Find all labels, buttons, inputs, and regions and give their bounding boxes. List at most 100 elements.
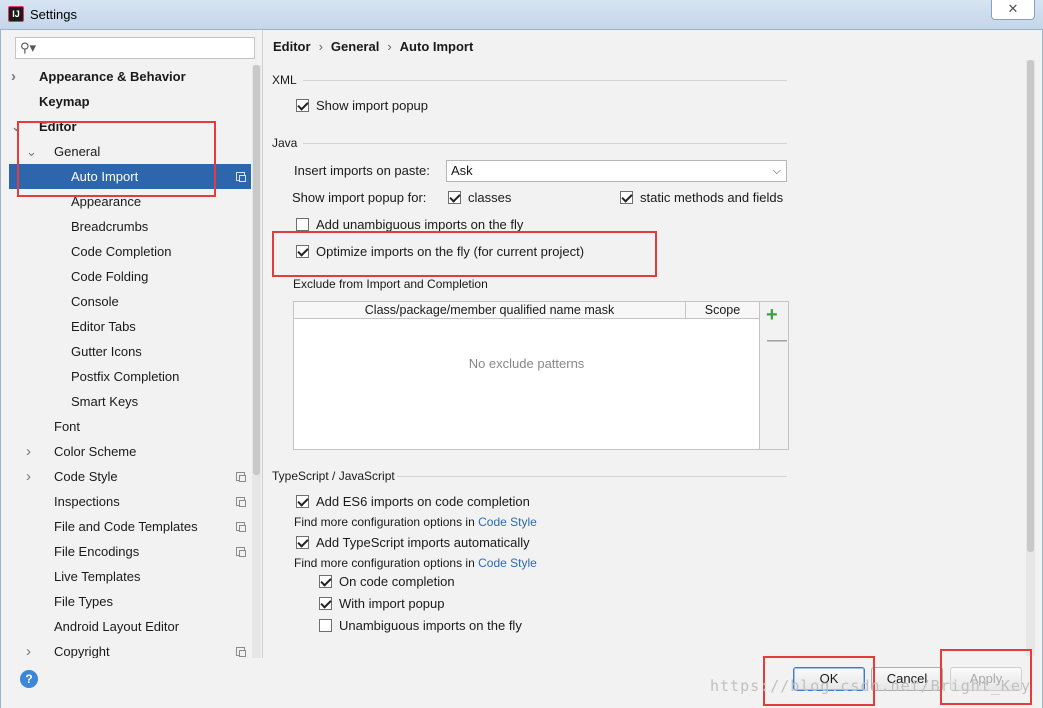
sidebar-scrollbar[interactable] [252, 65, 261, 658]
project-copy-icon [236, 497, 246, 507]
show-import-popup-checkbox-row[interactable]: Show import popup [296, 97, 428, 115]
intellij-app-icon: IJ [8, 6, 24, 22]
exclude-table-header: Class/package/member qualified name mask… [294, 302, 759, 319]
sidebar-item-keymap[interactable]: Keymap [9, 89, 251, 114]
chevron-down-icon: ⌵ [772, 165, 781, 177]
sidebar-item-file-encodings[interactable]: File Encodings [9, 539, 251, 564]
with-import-popup-checkbox[interactable] [319, 597, 332, 611]
insert-imports-value: Ask [451, 163, 473, 178]
breadcrumb-editor: Editor [273, 39, 311, 54]
sidebar-item-postfix-completion[interactable]: Postfix Completion [9, 364, 251, 389]
sidebar-item-appearance-behavior[interactable]: › Appearance & Behavior [9, 64, 251, 89]
settings-search-input[interactable]: ⚲▾ [15, 37, 255, 59]
sidebar-item-label: Editor Tabs [71, 319, 136, 334]
typescript-section-title: TypeScript / JavaScript [272, 469, 395, 483]
project-copy-icon [236, 547, 246, 557]
optimize-imports-label: Optimize imports on the fly (for current… [316, 244, 585, 259]
watermark: https://blog.csdn.net/Bright_Key [710, 677, 1031, 695]
add-typescript-label: Add TypeScript imports automatically [316, 535, 530, 550]
on-code-completion-checkbox[interactable] [319, 575, 332, 589]
sidebar-item-color-scheme[interactable]: › Color Scheme [9, 439, 251, 464]
chevron-right-icon[interactable]: › [26, 464, 31, 489]
static-methods-checkbox-row[interactable]: static methods and fields [620, 189, 783, 207]
sidebar-item-smart-keys[interactable]: Smart Keys [9, 389, 251, 414]
show-import-popup-checkbox[interactable] [296, 99, 309, 113]
sidebar-item-code-completion[interactable]: Code Completion [9, 239, 251, 264]
chevron-right-icon[interactable]: › [11, 64, 16, 89]
chevron-down-icon[interactable]: ⌄ [11, 114, 22, 139]
sidebar-scrollbar-thumb[interactable] [253, 65, 260, 475]
classes-checkbox-row[interactable]: classes [448, 189, 511, 207]
code-style-link-2[interactable]: Code Style [478, 556, 537, 570]
sidebar-item-label: Smart Keys [71, 394, 139, 409]
sidebar-item-label: Keymap [39, 94, 90, 109]
column-header-scope[interactable]: Scope [685, 302, 759, 318]
sidebar-item-code-folding[interactable]: Code Folding [9, 264, 251, 289]
optimize-imports-checkbox-row[interactable]: Optimize imports on the fly (for current… [296, 243, 584, 261]
breadcrumb: Editor › General › Auto Import [273, 39, 473, 54]
sidebar-item-editor-tabs[interactable]: Editor Tabs [9, 314, 251, 339]
sidebar-item-file-and-code-templates[interactable]: File and Code Templates [9, 514, 251, 539]
find-more-label-1: Find more configuration options in [294, 515, 479, 529]
sidebar-item-auto-import[interactable]: Auto Import [9, 164, 251, 189]
with-import-popup-checkbox-row[interactable]: With import popup [319, 595, 445, 613]
unambiguous-fly-checkbox-row[interactable]: Unambiguous imports on the fly [319, 617, 522, 635]
on-code-completion-checkbox-row[interactable]: On code completion [319, 573, 455, 591]
insert-imports-select[interactable]: Ask ⌵ [446, 160, 787, 182]
column-header-mask[interactable]: Class/package/member qualified name mask [294, 302, 685, 318]
classes-label: classes [468, 190, 512, 205]
on-code-completion-label: On code completion [339, 574, 455, 589]
window-close-button[interactable]: ✕ [991, 0, 1035, 20]
unambiguous-fly-checkbox[interactable] [319, 619, 332, 633]
sidebar-item-editor[interactable]: ⌄ Editor [9, 114, 251, 139]
sidebar-item-label: General [54, 144, 101, 159]
chevron-right-icon[interactable]: › [26, 439, 31, 464]
project-copy-icon [236, 522, 246, 532]
project-copy-icon [236, 647, 246, 657]
add-typescript-checkbox-row[interactable]: Add TypeScript imports automatically [296, 534, 530, 552]
add-es6-checkbox-row[interactable]: Add ES6 imports on code completion [296, 493, 530, 511]
content-scrollbar[interactable] [1026, 60, 1035, 656]
sidebar-item-label: File and Code Templates [54, 519, 198, 534]
sidebar-item-label: Breadcrumbs [71, 219, 149, 234]
xml-section-title: XML [272, 73, 297, 87]
breadcrumb-auto-import: Auto Import [399, 39, 474, 54]
table-empty-text: No exclude patterns [468, 356, 585, 371]
breadcrumb-general: General [330, 39, 380, 54]
project-copy-icon [236, 472, 246, 482]
help-icon[interactable]: ? [20, 670, 38, 688]
optimize-imports-checkbox[interactable] [296, 245, 309, 259]
sidebar-item-label: Auto Import [71, 169, 139, 184]
sidebar-item-label: Code Completion [71, 244, 172, 259]
sidebar-item-file-types[interactable]: File Types [9, 589, 251, 614]
static-methods-checkbox[interactable] [620, 191, 633, 205]
sidebar-item-label: Code Style [54, 469, 118, 484]
add-unambiguous-checkbox[interactable] [296, 218, 309, 232]
classes-checkbox[interactable] [448, 191, 461, 205]
content-scrollbar-thumb[interactable] [1027, 60, 1034, 552]
sidebar-item-label: Postfix Completion [71, 369, 180, 384]
add-typescript-checkbox[interactable] [296, 536, 309, 550]
sidebar-item-code-style[interactable]: › Code Style [9, 464, 251, 489]
sidebar-item-font[interactable]: Font [9, 414, 251, 439]
sidebar-item-breadcrumbs[interactable]: Breadcrumbs [9, 214, 251, 239]
sidebar-item-inspections[interactable]: Inspections [9, 489, 251, 514]
unambiguous-fly-label: Unambiguous imports on the fly [339, 618, 522, 633]
chevron-down-icon[interactable]: ⌄ [26, 139, 37, 164]
sidebar-item-live-templates[interactable]: Live Templates [9, 564, 251, 589]
sidebar-item-android-layout-editor[interactable]: Android Layout Editor [9, 614, 251, 639]
sidebar-item-gutter-icons[interactable]: Gutter Icons [9, 339, 251, 364]
settings-content-panel: Editor › General › Auto Import XML Show impo… [262, 30, 1037, 658]
add-es6-checkbox[interactable] [296, 495, 309, 509]
sidebar-item-console[interactable]: Console [9, 289, 251, 314]
remove-pattern-icon[interactable]: — [767, 330, 787, 350]
sidebar-item-general[interactable]: ⌄ General [9, 139, 251, 164]
add-pattern-icon[interactable]: + [766, 305, 778, 325]
code-style-link-1[interactable]: Code Style [478, 515, 537, 529]
window-title: Settings [30, 7, 77, 22]
exclude-table-toolbar: + — [760, 301, 789, 450]
sidebar-item-appearance[interactable]: Appearance [9, 189, 251, 214]
find-more-label-2: Find more configuration options in [294, 556, 479, 570]
add-unambiguous-checkbox-row[interactable]: Add unambiguous imports on the fly [296, 216, 523, 234]
exclude-patterns-table[interactable]: Class/package/member qualified name mask… [293, 301, 760, 450]
